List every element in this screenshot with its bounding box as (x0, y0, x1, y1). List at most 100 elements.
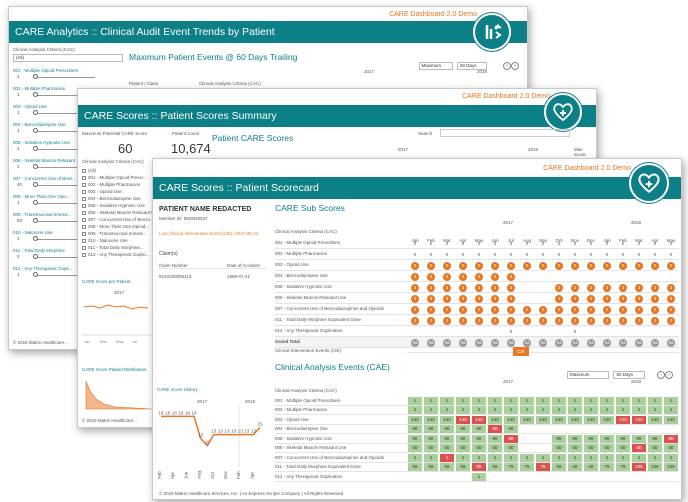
event-cell[interactable]: 60 (552, 444, 566, 452)
grand-total-cell[interactable]: 13 (619, 338, 627, 347)
score-cell[interactable]: 0 (667, 251, 675, 259)
slider-track[interactable] (35, 77, 95, 78)
event-cell[interactable]: 1 (488, 453, 502, 462)
event-cell[interactable]: 140 (664, 415, 678, 424)
score-cell[interactable]: 0 (539, 240, 547, 248)
event-cell[interactable]: 1 (488, 396, 502, 405)
score-cell[interactable]: 2 (619, 316, 627, 325)
slider-knob[interactable] (33, 164, 38, 169)
event-cell[interactable]: 1 (424, 406, 438, 414)
checkbox[interactable] (82, 203, 86, 208)
event-cell[interactable]: 1 (424, 453, 438, 462)
score-cell[interactable]: 3 (475, 283, 483, 292)
event-cell[interactable]: 1 (648, 396, 662, 405)
grand-total-cell[interactable]: 15 (651, 338, 659, 347)
event-cell[interactable]: 60 (648, 444, 662, 452)
event-cell[interactable]: 60 (424, 425, 438, 433)
event-cell[interactable]: 55 (424, 463, 438, 471)
event-cell[interactable]: 1 (488, 406, 502, 414)
event-cell[interactable]: 1 (408, 453, 422, 462)
score-cell[interactable]: 2 (443, 316, 451, 325)
event-cell[interactable]: 1 (472, 396, 486, 405)
score-cell[interactable]: 2 (667, 305, 675, 314)
criteria-slider[interactable]: 1 (17, 73, 125, 81)
cie-marker[interactable]: CIE (513, 347, 529, 356)
event-cell[interactable]: 90 (456, 434, 470, 443)
score-cell[interactable]: 2 (587, 283, 595, 292)
score-cell[interactable]: 0 (635, 251, 643, 259)
score-cell[interactable]: 0 (619, 251, 627, 259)
event-cell[interactable]: 1 (440, 406, 454, 414)
claim-row[interactable]: 9410100009113 1989-07-21 (159, 274, 267, 279)
score-cell[interactable]: 0 (603, 251, 611, 259)
grand-total-cell[interactable]: 18 (443, 338, 451, 347)
event-cell[interactable]: 1 (520, 406, 534, 414)
score-cell[interactable]: 3 (475, 294, 483, 303)
score-cell[interactable]: 0 (475, 240, 483, 248)
checkbox[interactable] (82, 231, 86, 236)
score-cell[interactable]: 0 (459, 251, 467, 259)
event-cell[interactable]: 75 (504, 463, 518, 471)
score-cell[interactable]: 2 (587, 316, 595, 325)
event-cell[interactable]: 1 (664, 396, 678, 405)
grand-total-cell[interactable]: 18 (411, 338, 419, 347)
score-cell[interactable]: 3 (667, 294, 675, 303)
score-cell[interactable]: 0 (443, 240, 451, 248)
score-cell[interactable]: 3 (459, 283, 467, 292)
event-cell[interactable]: 1 (424, 396, 438, 405)
checkbox[interactable] (82, 238, 86, 243)
cac-checkbox-item[interactable]: 008 - More Than One Opioid... (82, 223, 156, 230)
event-cell[interactable]: 60 (408, 444, 422, 452)
score-cell[interactable]: 2 (539, 316, 547, 325)
score-cell[interactable]: 0 (411, 240, 419, 248)
score-cell[interactable]: 2 (475, 316, 483, 325)
event-cell[interactable]: 1 (648, 406, 662, 414)
event-cell[interactable]: 60 (616, 444, 630, 452)
score-cell[interactable]: 0 (459, 240, 467, 248)
event-cell[interactable]: 1 (600, 396, 614, 405)
score-cell[interactable]: 2 (459, 305, 467, 314)
event-cell[interactable]: 1 (456, 396, 470, 405)
grand-total-cell[interactable]: 13 (571, 338, 579, 347)
event-cell[interactable]: 1 (472, 472, 486, 481)
score-cell[interactable]: 0 (571, 251, 579, 259)
score-cell[interactable]: 3 (427, 272, 435, 281)
slider-knob[interactable] (33, 74, 38, 79)
event-cell[interactable]: 60 (632, 444, 646, 452)
event-cell[interactable]: 60 (408, 425, 422, 433)
event-cell[interactable]: 75 (616, 463, 630, 471)
score-cell[interactable]: 2 (523, 316, 531, 325)
score-cell[interactable]: 2 (555, 283, 563, 292)
grand-total-cell[interactable]: 13 (555, 338, 563, 347)
score-cell[interactable]: 3 (443, 294, 451, 303)
next-arrow-icon[interactable]: › (665, 371, 673, 379)
score-cell[interactable]: 0 (523, 240, 531, 248)
grand-total-cell[interactable]: 18 (427, 338, 435, 347)
score-cell[interactable]: 2 (587, 305, 595, 314)
score-cell[interactable]: 3 (507, 283, 515, 292)
event-cell[interactable]: 60 (488, 425, 502, 433)
score-cell[interactable]: 2 (427, 316, 435, 325)
score-cell[interactable]: 0 (651, 251, 659, 259)
event-cell[interactable]: 60 (600, 444, 614, 452)
checkbox[interactable] (82, 217, 86, 222)
score-cell[interactable]: 0 (507, 240, 515, 248)
event-cell[interactable]: 60 (488, 444, 502, 452)
score-cell[interactable]: 0 (555, 240, 563, 248)
score-cell[interactable]: 0 (603, 240, 611, 248)
score-cell[interactable]: 3 (427, 294, 435, 303)
score-cell[interactable]: 0 (507, 328, 515, 336)
event-cell[interactable]: 75 (600, 463, 614, 471)
event-cell[interactable]: 1 (536, 396, 550, 405)
score-cell[interactable]: 2 (603, 305, 611, 314)
score-cell[interactable]: 3 (427, 283, 435, 292)
event-cell[interactable]: 60 (664, 444, 678, 452)
score-cell[interactable]: 0 (651, 240, 659, 248)
score-cell[interactable]: 0 (443, 251, 451, 259)
event-cell[interactable]: 120 (600, 415, 614, 424)
score-cell[interactable]: 3 (411, 272, 419, 281)
grand-total-cell[interactable]: 13 (587, 338, 595, 347)
aggregate-select[interactable]: Maximum (418, 62, 453, 70)
event-cell[interactable]: 60 (504, 425, 518, 433)
score-cell[interactable]: 3 (603, 283, 611, 292)
